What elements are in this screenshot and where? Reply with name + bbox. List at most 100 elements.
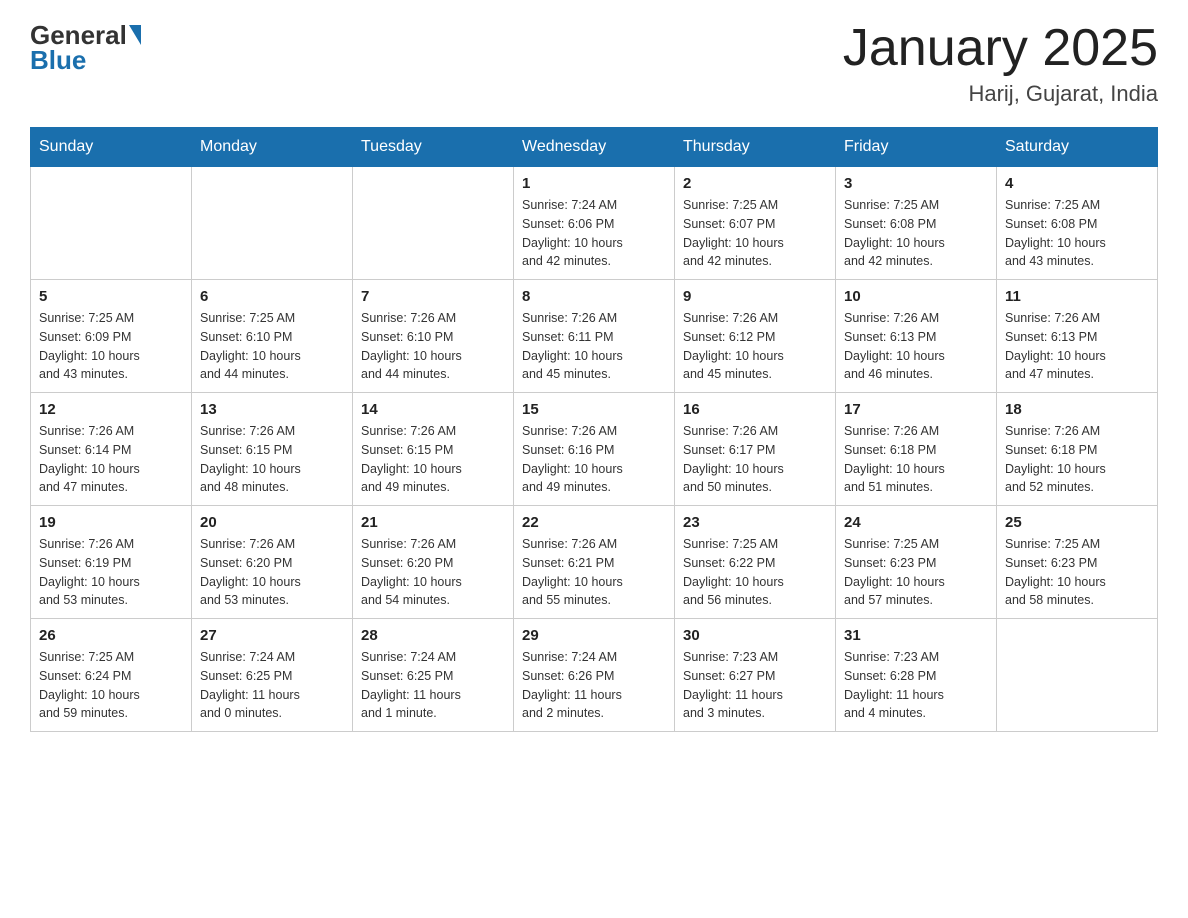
day-number: 26 xyxy=(39,627,183,644)
col-header-saturday: Saturday xyxy=(997,128,1158,167)
day-number: 14 xyxy=(361,401,505,418)
day-info: Sunrise: 7:25 AMSunset: 6:22 PMDaylight:… xyxy=(683,535,827,610)
calendar-cell: 24 Sunrise: 7:25 AMSunset: 6:23 PMDayligh… xyxy=(836,506,997,619)
calendar-cell: 9Sunrise: 7:26 AMSunset: 6:12 PMDaylight… xyxy=(675,280,836,393)
day-info: Sunrise: 7:26 AMSunset: 6:13 PMDaylight:… xyxy=(1005,309,1149,384)
calendar-cell: 15 Sunrise: 7:26 AMSunset: 6:16 PMDayligh… xyxy=(514,393,675,506)
day-info: Sunrise: 7:26 AMSunset: 6:15 PMDaylight:… xyxy=(200,422,344,497)
calendar-cell: 10 Sunrise: 7:26 AMSunset: 6:13 PMDayligh… xyxy=(836,280,997,393)
calendar-cell: 16Sunrise: 7:26 AMSunset: 6:17 PMDayligh… xyxy=(675,393,836,506)
day-info: Sunrise: 7:26 AMSunset: 6:14 PMDaylight:… xyxy=(39,422,183,497)
day-number: 25 xyxy=(1005,514,1149,531)
day-number: 22 xyxy=(522,514,666,531)
day-number: 30 xyxy=(683,627,827,644)
calendar-cell: 6 Sunrise: 7:25 AMSunset: 6:10 PMDaylight… xyxy=(192,280,353,393)
calendar-cell: 4 Sunrise: 7:25 AMSunset: 6:08 PMDaylight… xyxy=(997,167,1158,280)
calendar-cell: 17 Sunrise: 7:26 AMSunset: 6:18 PMDayligh… xyxy=(836,393,997,506)
calendar-cell: 13Sunrise: 7:26 AMSunset: 6:15 PMDayligh… xyxy=(192,393,353,506)
day-info: Sunrise: 7:23 AMSunset: 6:28 PMDaylight:… xyxy=(844,648,988,723)
day-info: Sunrise: 7:25 AMSunset: 6:08 PMDaylight:… xyxy=(1005,196,1149,271)
calendar-cell: 3 Sunrise: 7:25 AMSunset: 6:08 PMDaylight… xyxy=(836,167,997,280)
calendar-cell: 26 Sunrise: 7:25 AMSunset: 6:24 PMDayligh… xyxy=(31,619,192,732)
calendar-cell: 29 Sunrise: 7:24 AMSunset: 6:26 PMDayligh… xyxy=(514,619,675,732)
day-number: 10 xyxy=(844,288,988,305)
logo-triangle-icon xyxy=(129,25,141,45)
day-number: 15 xyxy=(522,401,666,418)
calendar-cell: 21 Sunrise: 7:26 AMSunset: 6:20 PMDayligh… xyxy=(353,506,514,619)
day-info: Sunrise: 7:25 AMSunset: 6:09 PMDaylight:… xyxy=(39,309,183,384)
day-info: Sunrise: 7:25 AMSunset: 6:10 PMDaylight:… xyxy=(200,309,344,384)
day-info: Sunrise: 7:26 AMSunset: 6:10 PMDaylight:… xyxy=(361,309,505,384)
day-info: Sunrise: 7:26 AMSunset: 6:20 PMDaylight:… xyxy=(200,535,344,610)
calendar-header-row: SundayMondayTuesdayWednesdayThursdayFrid… xyxy=(31,128,1158,167)
logo-blue-text: Blue xyxy=(30,45,86,76)
day-info: Sunrise: 7:26 AMSunset: 6:20 PMDaylight:… xyxy=(361,535,505,610)
day-number: 28 xyxy=(361,627,505,644)
day-info: Sunrise: 7:26 AMSunset: 6:21 PMDaylight:… xyxy=(522,535,666,610)
day-info: Sunrise: 7:26 AMSunset: 6:18 PMDaylight:… xyxy=(1005,422,1149,497)
day-number: 23 xyxy=(683,514,827,531)
calendar-week-row: 5Sunrise: 7:25 AMSunset: 6:09 PMDaylight… xyxy=(31,280,1158,393)
day-number: 2 xyxy=(683,175,827,192)
calendar-cell: 19Sunrise: 7:26 AMSunset: 6:19 PMDayligh… xyxy=(31,506,192,619)
calendar-cell: 2Sunrise: 7:25 AMSunset: 6:07 PMDaylight… xyxy=(675,167,836,280)
day-number: 17 xyxy=(844,401,988,418)
calendar-header: SundayMondayTuesdayWednesdayThursdayFrid… xyxy=(31,128,1158,167)
calendar-cell: 8Sunrise: 7:26 AMSunset: 6:11 PMDaylight… xyxy=(514,280,675,393)
col-header-monday: Monday xyxy=(192,128,353,167)
day-info: Sunrise: 7:26 AMSunset: 6:17 PMDaylight:… xyxy=(683,422,827,497)
day-number: 7 xyxy=(361,288,505,305)
day-info: Sunrise: 7:24 AMSunset: 6:25 PMDaylight:… xyxy=(361,648,505,723)
calendar-cell: 25 Sunrise: 7:25 AMSunset: 6:23 PMDayligh… xyxy=(997,506,1158,619)
day-number: 24 xyxy=(844,514,988,531)
col-header-wednesday: Wednesday xyxy=(514,128,675,167)
calendar-week-row: 1Sunrise: 7:24 AMSunset: 6:06 PMDaylight… xyxy=(31,167,1158,280)
calendar-week-row: 19Sunrise: 7:26 AMSunset: 6:19 PMDayligh… xyxy=(31,506,1158,619)
calendar-cell: 14 Sunrise: 7:26 AMSunset: 6:15 PMDayligh… xyxy=(353,393,514,506)
day-number: 18 xyxy=(1005,401,1149,418)
calendar-subtitle: Harij, Gujarat, India xyxy=(843,81,1158,107)
day-info: Sunrise: 7:26 AMSunset: 6:16 PMDaylight:… xyxy=(522,422,666,497)
day-number: 12 xyxy=(39,401,183,418)
day-number: 31 xyxy=(844,627,988,644)
calendar-cell: 18 Sunrise: 7:26 AMSunset: 6:18 PMDayligh… xyxy=(997,393,1158,506)
day-number: 20 xyxy=(200,514,344,531)
calendar-cell: 7 Sunrise: 7:26 AMSunset: 6:10 PMDaylight… xyxy=(353,280,514,393)
calendar-cell: 22 Sunrise: 7:26 AMSunset: 6:21 PMDayligh… xyxy=(514,506,675,619)
calendar-cell: 23 Sunrise: 7:25 AMSunset: 6:22 PMDayligh… xyxy=(675,506,836,619)
day-info: Sunrise: 7:26 AMSunset: 6:18 PMDaylight:… xyxy=(844,422,988,497)
calendar-week-row: 12 Sunrise: 7:26 AMSunset: 6:14 PMDayligh… xyxy=(31,393,1158,506)
logo: General Blue xyxy=(30,20,141,76)
day-number: 21 xyxy=(361,514,505,531)
calendar-cell: 5Sunrise: 7:25 AMSunset: 6:09 PMDaylight… xyxy=(31,280,192,393)
calendar-title: January 2025 xyxy=(843,20,1158,77)
day-number: 6 xyxy=(200,288,344,305)
day-info: Sunrise: 7:25 AMSunset: 6:24 PMDaylight:… xyxy=(39,648,183,723)
day-number: 29 xyxy=(522,627,666,644)
day-number: 4 xyxy=(1005,175,1149,192)
calendar-cell: 12 Sunrise: 7:26 AMSunset: 6:14 PMDayligh… xyxy=(31,393,192,506)
day-number: 11 xyxy=(1005,288,1149,305)
day-info: Sunrise: 7:26 AMSunset: 6:19 PMDaylight:… xyxy=(39,535,183,610)
calendar-cell: 30Sunrise: 7:23 AMSunset: 6:27 PMDayligh… xyxy=(675,619,836,732)
day-info: Sunrise: 7:25 AMSunset: 6:23 PMDaylight:… xyxy=(1005,535,1149,610)
day-info: Sunrise: 7:25 AMSunset: 6:08 PMDaylight:… xyxy=(844,196,988,271)
calendar-cell: 27Sunrise: 7:24 AMSunset: 6:25 PMDayligh… xyxy=(192,619,353,732)
calendar-cell: 31 Sunrise: 7:23 AMSunset: 6:28 PMDayligh… xyxy=(836,619,997,732)
day-info: Sunrise: 7:25 AMSunset: 6:23 PMDaylight:… xyxy=(844,535,988,610)
col-header-thursday: Thursday xyxy=(675,128,836,167)
col-header-friday: Friday xyxy=(836,128,997,167)
calendar-cell: 28 Sunrise: 7:24 AMSunset: 6:25 PMDayligh… xyxy=(353,619,514,732)
calendar-week-row: 26 Sunrise: 7:25 AMSunset: 6:24 PMDayligh… xyxy=(31,619,1158,732)
day-info: Sunrise: 7:26 AMSunset: 6:12 PMDaylight:… xyxy=(683,309,827,384)
day-info: Sunrise: 7:26 AMSunset: 6:15 PMDaylight:… xyxy=(361,422,505,497)
day-number: 3 xyxy=(844,175,988,192)
page-header: General Blue January 2025 Harij, Gujarat… xyxy=(30,20,1158,107)
day-info: Sunrise: 7:24 AMSunset: 6:26 PMDaylight:… xyxy=(522,648,666,723)
day-number: 8 xyxy=(522,288,666,305)
day-info: Sunrise: 7:24 AMSunset: 6:06 PMDaylight:… xyxy=(522,196,666,271)
day-info: Sunrise: 7:26 AMSunset: 6:13 PMDaylight:… xyxy=(844,309,988,384)
col-header-sunday: Sunday xyxy=(31,128,192,167)
calendar-cell xyxy=(353,167,514,280)
day-number: 27 xyxy=(200,627,344,644)
